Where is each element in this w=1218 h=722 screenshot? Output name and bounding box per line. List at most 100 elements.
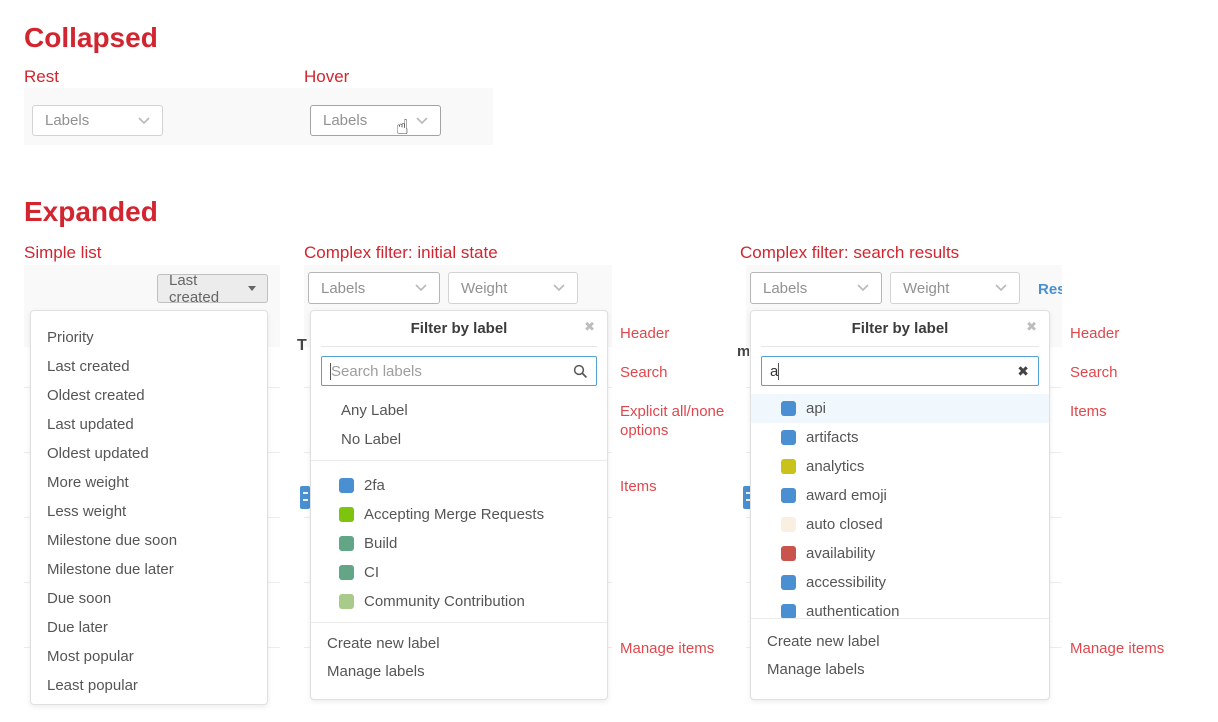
chevron-down-icon xyxy=(415,284,427,292)
rest-label: Rest xyxy=(24,68,59,85)
labels-dropdown-hover-text: Labels xyxy=(323,112,367,129)
weight-filter-button[interactable]: Weight xyxy=(890,272,1020,304)
panel-title: Filter by label xyxy=(852,320,949,337)
search-input-value: a xyxy=(770,363,778,380)
label-item[interactable]: Build xyxy=(311,529,607,558)
create-new-label-link[interactable]: Create new label xyxy=(751,627,1049,655)
list-item[interactable]: More weight xyxy=(31,468,267,497)
annotation-allnone: Explicit all/none options xyxy=(620,402,740,440)
list-item[interactable]: Most popular xyxy=(31,642,267,671)
manage-labels-link[interactable]: Manage labels xyxy=(311,657,607,685)
list-item[interactable]: Last updated xyxy=(31,410,267,439)
label-color-swatch xyxy=(339,478,354,493)
simple-list-dropdown-panel: Priority Last created Oldest created Las… xyxy=(30,310,268,705)
list-item[interactable]: Last created xyxy=(31,352,267,381)
label-item[interactable]: analytics xyxy=(751,452,1049,481)
sort-dropdown-text: Last created xyxy=(169,272,239,306)
label-item[interactable]: artifacts xyxy=(751,423,1049,452)
labels-filter-button-text: Labels xyxy=(763,280,807,297)
labels-filter-button[interactable]: Labels xyxy=(308,272,440,304)
label-item-highlighted[interactable]: api xyxy=(751,394,1049,423)
all-none-options: Any Label No Label xyxy=(311,394,607,454)
simple-list-label: Simple list xyxy=(24,244,101,261)
chevron-down-icon xyxy=(857,284,869,292)
label-item[interactable]: auto closed xyxy=(751,510,1049,539)
label-item-text: Build xyxy=(364,535,397,552)
fragment-mark xyxy=(303,499,308,501)
design-spec-page: Collapsed Rest Hover Labels Labels ☝ Exp… xyxy=(0,0,1218,722)
label-item[interactable]: CI xyxy=(311,558,607,587)
label-color-swatch xyxy=(781,488,796,503)
label-color-swatch xyxy=(781,517,796,532)
hover-label: Hover xyxy=(304,68,349,85)
label-item-text: award emoji xyxy=(806,487,887,504)
label-items-list: 2fa Accepting Merge Requests Build CI Co… xyxy=(311,461,607,622)
list-item[interactable]: Least popular xyxy=(31,671,267,700)
close-icon[interactable]: ✖ xyxy=(584,320,595,333)
clear-search-icon[interactable]: ✖ xyxy=(1017,364,1029,378)
label-color-swatch xyxy=(781,546,796,561)
text-cursor xyxy=(778,363,779,380)
label-color-swatch xyxy=(781,401,796,416)
complex-initial-label: Complex filter: initial state xyxy=(304,244,498,261)
list-item[interactable]: Less weight xyxy=(31,497,267,526)
labels-dropdown-hover[interactable]: Labels xyxy=(310,105,441,136)
list-item[interactable]: Milestone due soon xyxy=(31,526,267,555)
label-color-swatch xyxy=(339,507,354,522)
obscured-text-fragment: T xyxy=(297,338,308,353)
annotation-manage-items: Manage items xyxy=(1070,639,1164,658)
collapsed-heading: Collapsed xyxy=(24,24,158,52)
labels-filter-button-text: Labels xyxy=(321,280,365,297)
no-label-option[interactable]: No Label xyxy=(311,425,607,454)
weight-filter-button-text: Weight xyxy=(903,280,949,297)
obscured-label-fragment xyxy=(300,486,310,509)
labels-dropdown-rest[interactable]: Labels xyxy=(32,105,163,136)
label-item-text: api xyxy=(806,400,826,417)
label-item[interactable]: accessibility xyxy=(751,568,1049,597)
label-item[interactable]: 2fa xyxy=(311,471,607,500)
filter-by-label-panel-initial: Filter by label ✖ Search labels Any Labe… xyxy=(310,310,608,700)
label-item[interactable]: Community Contribution xyxy=(311,587,607,616)
label-item[interactable]: availability xyxy=(751,539,1049,568)
search-icon xyxy=(573,364,588,383)
manage-labels-link[interactable]: Manage labels xyxy=(751,655,1049,683)
list-item[interactable]: Oldest created xyxy=(31,381,267,410)
list-item[interactable]: Priority xyxy=(31,323,267,352)
create-new-label-link[interactable]: Create new label xyxy=(311,629,607,657)
label-item-text: accessibility xyxy=(806,574,886,591)
label-color-swatch xyxy=(781,604,796,618)
label-item-text: CI xyxy=(364,564,379,581)
reset-link[interactable]: Res xyxy=(1038,281,1062,298)
label-color-swatch xyxy=(781,459,796,474)
labels-dropdown-rest-text: Labels xyxy=(45,112,89,129)
sort-dropdown-button[interactable]: Last created xyxy=(157,274,268,303)
fragment-mark xyxy=(303,492,308,494)
filter-by-label-panel-search: Filter by label ✖ a ✖ api artifacts anal… xyxy=(750,310,1050,700)
annotation-header: Header xyxy=(1070,324,1119,343)
labels-filter-button[interactable]: Labels xyxy=(750,272,882,304)
expanded-heading: Expanded xyxy=(24,198,158,226)
label-item[interactable]: award emoji xyxy=(751,481,1049,510)
search-placeholder: Search labels xyxy=(331,363,422,380)
annotation-search: Search xyxy=(620,363,668,382)
label-search-input[interactable]: Search labels xyxy=(321,356,597,386)
annotation-header: Header xyxy=(620,324,669,343)
obscured-text-fragment: m xyxy=(737,344,749,358)
search-results-list: api artifacts analytics award emoji auto… xyxy=(751,394,1049,618)
label-item-text: availability xyxy=(806,545,875,562)
label-color-swatch xyxy=(781,575,796,590)
label-item[interactable]: Accepting Merge Requests xyxy=(311,500,607,529)
close-icon[interactable]: ✖ xyxy=(1026,320,1037,333)
weight-filter-button[interactable]: Weight xyxy=(448,272,578,304)
list-item[interactable]: Due soon xyxy=(31,584,267,613)
any-label-option[interactable]: Any Label xyxy=(311,396,607,425)
panel-header: Filter by label ✖ xyxy=(311,311,607,346)
label-item-partially-hidden[interactable]: authentication xyxy=(751,597,1049,618)
panel-footer: Create new label Manage labels xyxy=(311,623,607,695)
list-item[interactable]: Oldest updated xyxy=(31,439,267,468)
list-item[interactable]: Due later xyxy=(31,613,267,642)
chevron-down-icon xyxy=(995,284,1007,292)
label-search-input[interactable]: a ✖ xyxy=(761,356,1039,386)
annotation-items: Items xyxy=(620,477,657,496)
list-item[interactable]: Milestone due later xyxy=(31,555,267,584)
